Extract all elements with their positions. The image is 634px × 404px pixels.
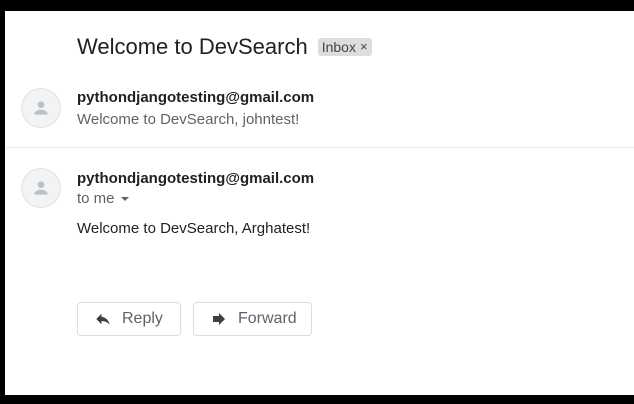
forward-label: Forward xyxy=(238,310,297,327)
sender-avatar xyxy=(21,168,61,208)
caret-down-icon xyxy=(120,196,129,201)
forward-button[interactable]: Forward xyxy=(193,302,312,336)
sender-email: pythondjangotesting@gmail.com xyxy=(77,170,315,187)
recipient-details-toggle[interactable]: to me xyxy=(77,190,129,207)
expanded-message: pythondjangotesting@gmail.com to me Welc… xyxy=(5,148,634,395)
sender-avatar xyxy=(21,88,61,128)
message-snippet: Welcome to DevSearch, johntest! xyxy=(77,111,300,128)
sender-email: pythondjangotesting@gmail.com xyxy=(77,89,315,106)
reply-arrow-icon xyxy=(96,313,110,325)
collapsed-message[interactable]: pythondjangotesting@gmail.com Welcome to… xyxy=(5,11,634,147)
reply-label: Reply xyxy=(122,310,163,327)
forward-arrow-icon xyxy=(213,313,225,325)
person-icon xyxy=(34,101,48,115)
recipient-line: to me xyxy=(77,190,115,207)
person-icon xyxy=(34,181,48,195)
message-body: Welcome to DevSearch, Arghatest! xyxy=(77,220,311,237)
reply-button[interactable]: Reply xyxy=(77,302,181,336)
email-thread-view: Welcome to DevSearch Inbox × pythondjang… xyxy=(5,11,634,395)
